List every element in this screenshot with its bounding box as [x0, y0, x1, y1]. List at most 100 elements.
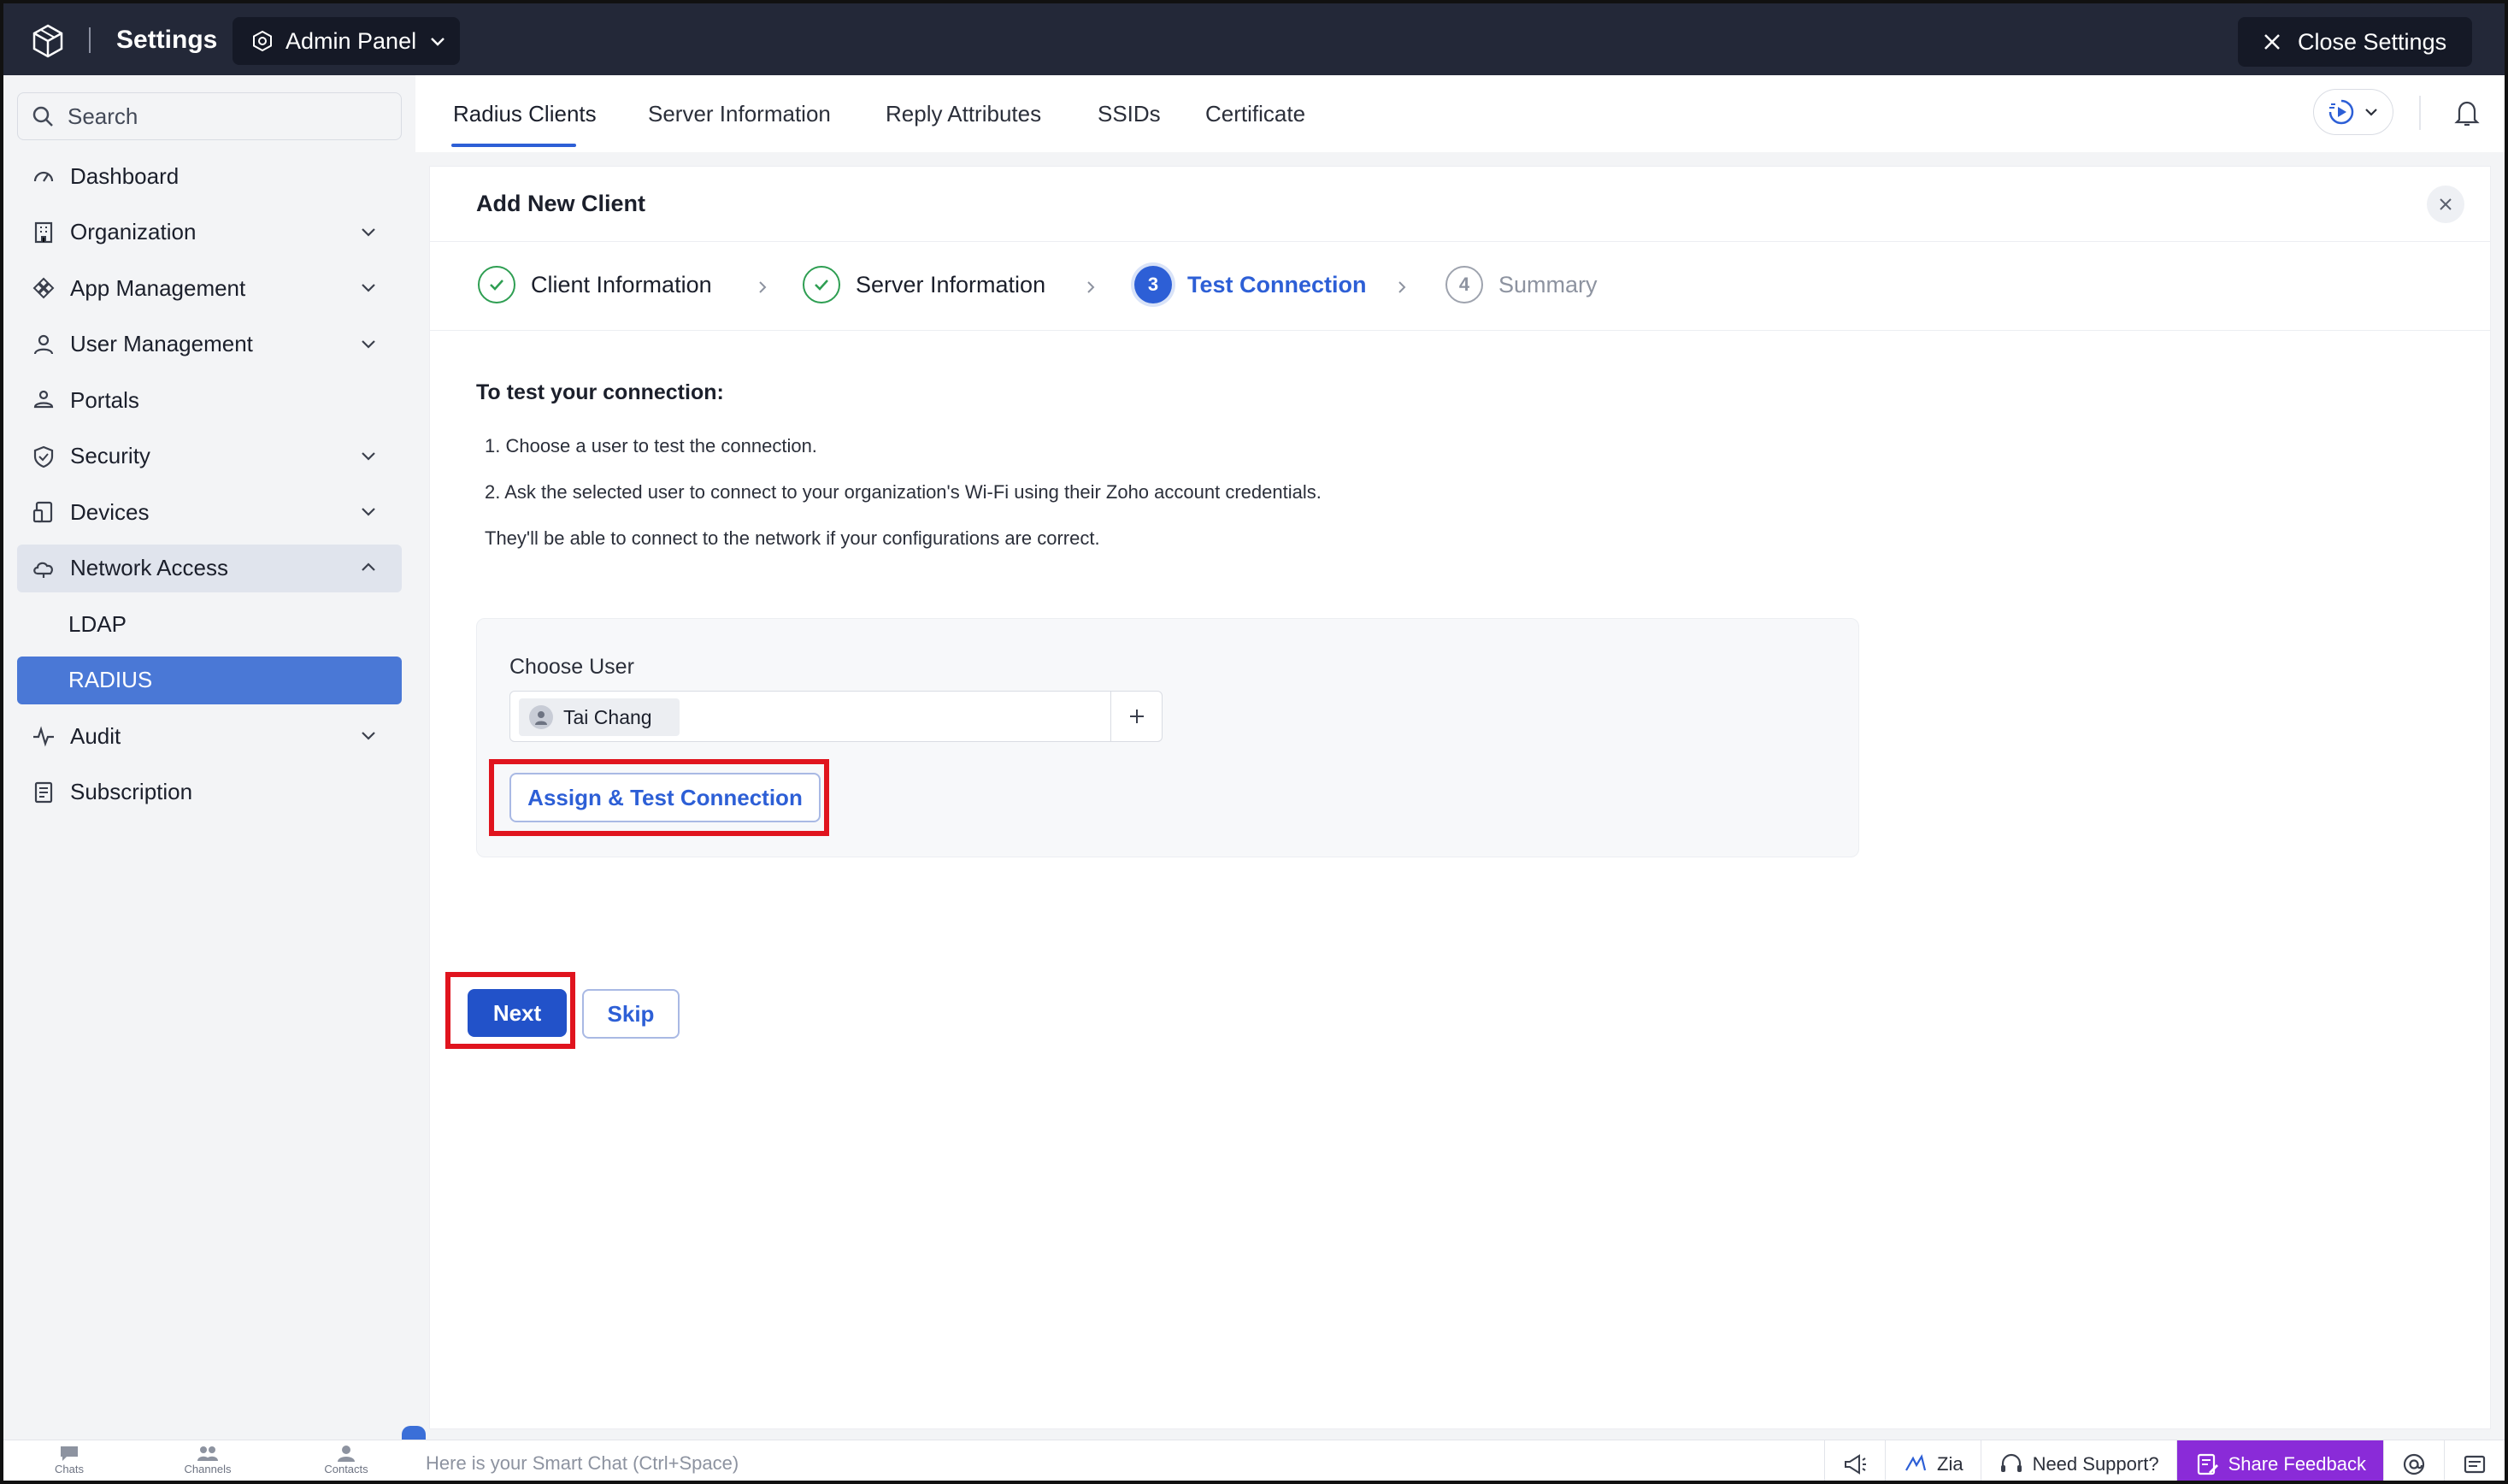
sidebar-item-user-management[interactable]: User Management	[17, 321, 402, 368]
guide-dropdown-button[interactable]	[2313, 89, 2393, 135]
sidebar-item-label: Portals	[70, 386, 139, 413]
sidebar-item-label: LDAP	[68, 610, 127, 637]
portal-icon	[33, 390, 54, 409]
tab-ssids[interactable]: SSIDs	[1098, 101, 1161, 127]
bottom-bar: Chats Channels Contacts Here is your Sma…	[3, 1440, 2505, 1481]
zia-icon	[1905, 1454, 1927, 1471]
user-select-field[interactable]: Tai Chang	[509, 691, 1163, 742]
app-window: Settings Admin Panel Close Settings Sear…	[0, 0, 2508, 1484]
tab-certificate[interactable]: Certificate	[1205, 101, 1305, 127]
step-test-connection: 3 Test Connection	[1134, 266, 1367, 303]
zia-button[interactable]: Zia	[1885, 1440, 1981, 1481]
tab-radius-clients[interactable]: Radius Clients	[453, 101, 597, 127]
sidebar-item-label: Dashboard	[70, 162, 180, 189]
devices-icon	[32, 501, 53, 523]
tab-reply-attributes[interactable]: Reply Attributes	[886, 101, 1041, 127]
step-label: Server Information	[856, 271, 1046, 297]
chevron-down-icon	[362, 451, 375, 461]
shield-icon	[33, 445, 54, 468]
assign-test-connection-button[interactable]: Assign & Test Connection	[509, 773, 821, 822]
tab-server-information[interactable]: Server Information	[648, 101, 831, 127]
apps-icon	[32, 277, 55, 299]
sidebar-item-network-access[interactable]: Network Access	[17, 544, 402, 592]
chevron-down-icon	[431, 38, 444, 46]
sidebar-item-label: Organization	[70, 219, 197, 244]
add-client-panel: Add New Client Client Information Server…	[429, 166, 2491, 1429]
add-user-button[interactable]	[1110, 692, 1162, 741]
sidebar-item-portals[interactable]: Portals	[17, 376, 402, 424]
skip-button[interactable]: Skip	[582, 989, 680, 1039]
sidebar-item-label: Devices	[70, 498, 150, 525]
sidebar-item-audit[interactable]: Audit	[17, 712, 402, 760]
compose-button[interactable]	[2444, 1440, 2505, 1481]
sidebar-item-label: Subscription	[70, 779, 193, 804]
announcement-button[interactable]	[1824, 1440, 1885, 1481]
bell-icon[interactable]	[2452, 97, 2482, 128]
chat-bubble-icon	[61, 1446, 78, 1461]
next-button[interactable]: Next	[468, 989, 567, 1037]
receipt-icon	[34, 781, 53, 803]
sidebar-item-label: Security	[70, 443, 150, 468]
sidebar-item-devices[interactable]: Devices	[17, 488, 402, 536]
admin-panel-dropdown[interactable]: Admin Panel	[233, 17, 460, 65]
chevron-down-icon	[362, 339, 375, 349]
choose-user-label: Choose User	[509, 655, 634, 679]
contact-icon	[338, 1446, 355, 1462]
guide-play-icon	[2328, 99, 2354, 125]
page-title: Settings	[116, 26, 218, 54]
channels-app-button[interactable]: Channels	[169, 1444, 246, 1475]
share-feedback-button[interactable]: Share Feedback	[2175, 1440, 2383, 1481]
chevron-right-icon	[1087, 281, 1095, 293]
step-label: Client Information	[531, 271, 712, 297]
panel-header: Add New Client	[430, 167, 2490, 242]
bottom-actions: Zia Need Support? Share Feedback	[1824, 1440, 2505, 1481]
headset-icon	[2000, 1453, 2022, 1472]
pulse-icon	[33, 726, 54, 747]
close-settings-button[interactable]: Close Settings	[2238, 17, 2472, 67]
panel-close-button[interactable]	[2427, 186, 2464, 223]
smart-chat-input[interactable]: Here is your Smart Chat (Ctrl+Space)	[426, 1452, 739, 1475]
selected-user-name: Tai Chang	[563, 705, 652, 728]
selected-user-chip[interactable]: Tai Chang	[519, 698, 680, 736]
tabs-bar: Radius Clients Server Information Reply …	[415, 75, 2505, 152]
search-input[interactable]: Search	[17, 92, 402, 140]
search-placeholder: Search	[68, 103, 138, 129]
close-icon	[2440, 198, 2452, 210]
app-label: Chats	[55, 1463, 84, 1475]
feedback-icon	[2197, 1453, 2218, 1475]
sidebar-item-subscription[interactable]: Subscription	[17, 768, 402, 816]
gauge-icon	[33, 171, 54, 182]
top-bar: Settings Admin Panel Close Settings	[3, 3, 2505, 75]
step-number: 4	[1445, 266, 1483, 303]
contacts-app-button[interactable]: Contacts	[308, 1444, 385, 1475]
plus-icon	[1129, 710, 1144, 723]
sidebar-item-ldap[interactable]: LDAP	[17, 600, 402, 648]
app-logo-icon[interactable]	[29, 22, 67, 60]
search-icon	[32, 106, 53, 127]
sidebar-item-radius[interactable]: RADIUS	[17, 656, 402, 704]
compose-icon	[2464, 1455, 2486, 1474]
sidebar-item-organization[interactable]: Organization	[17, 209, 402, 256]
sidebar-item-security[interactable]: Security	[17, 433, 402, 480]
instruction-step-2: 2. Ask the selected user to connect to y…	[485, 481, 1322, 503]
step-summary: 4 Summary	[1445, 266, 1598, 303]
zia-label: Zia	[1937, 1453, 1963, 1475]
avatar	[529, 705, 553, 729]
building-icon	[34, 221, 53, 243]
chevron-right-icon	[1398, 281, 1406, 293]
admin-panel-label: Admin Panel	[286, 27, 417, 54]
chevron-down-icon	[362, 732, 375, 740]
megaphone-icon	[1845, 1454, 1866, 1475]
need-support-button[interactable]: Need Support?	[1980, 1440, 2176, 1481]
step-label: Summary	[1498, 271, 1598, 297]
support-label: Need Support?	[2032, 1453, 2159, 1475]
cloud-icon	[33, 562, 53, 578]
sidebar-item-app-management[interactable]: App Management	[17, 264, 402, 312]
mention-button[interactable]	[2383, 1440, 2444, 1481]
sidebar-item-label: App Management	[70, 274, 246, 301]
chevron-down-icon	[2365, 109, 2377, 116]
sidebar-item-dashboard[interactable]: Dashboard	[17, 152, 402, 200]
logo-separator	[89, 27, 91, 53]
user-icon	[33, 334, 54, 354]
chats-app-button[interactable]: Chats	[31, 1444, 108, 1475]
